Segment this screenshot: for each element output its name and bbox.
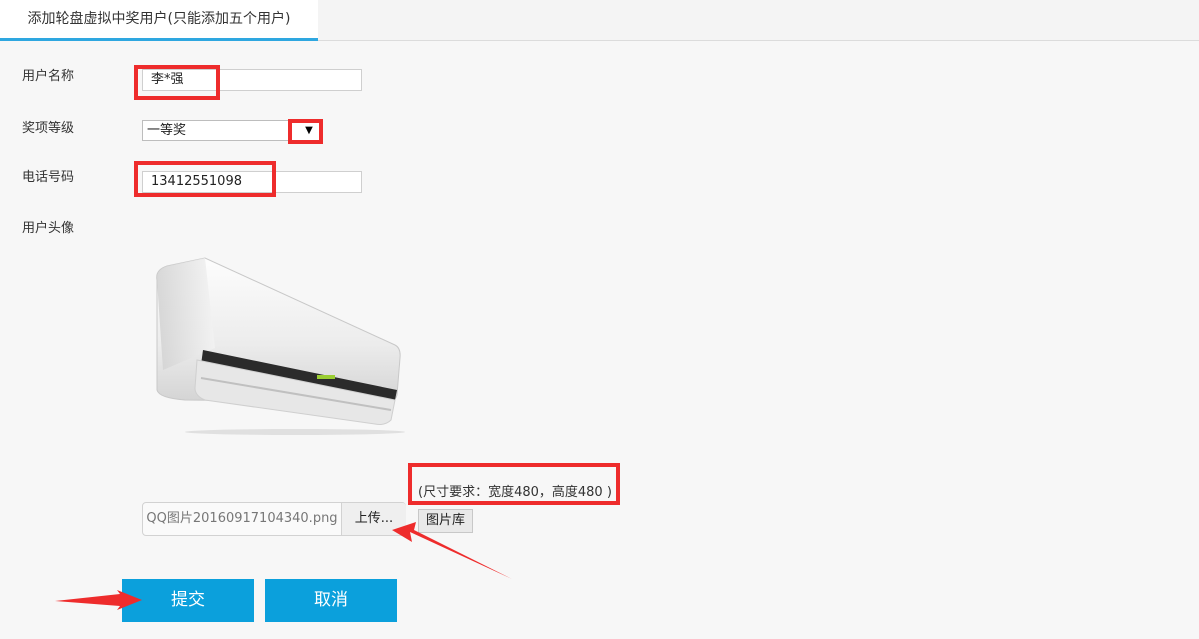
prize-level-value: 一等奖 [147,123,187,138]
file-name-field[interactable]: QQ图片20160917104340.png [143,503,341,535]
username-label: 用户名称 [22,69,75,84]
size-requirement-hint: (尺寸要求：宽度480，高度480 ) [418,485,612,500]
avatar-label: 用户头像 [22,221,75,236]
file-upload-group: QQ图片20160917104340.png 上传... [142,502,406,536]
phone-input[interactable]: 13412551098 [142,171,362,193]
tab-add-virtual-winner[interactable]: 添加轮盘虚拟中奖用户(只能添加五个用户) [0,0,318,41]
dropdown-arrow-icon[interactable]: ▼ [301,122,317,139]
avatar-preview-image [156,257,405,435]
username-input[interactable]: 李*强 [142,69,362,91]
prize-level-select[interactable]: 一等奖 ▼ [142,120,320,141]
image-library-button[interactable]: 图片库 [418,509,473,533]
cancel-button[interactable]: 取消 [265,579,397,622]
tab-bar: 添加轮盘虚拟中奖用户(只能添加五个用户) [0,0,1199,41]
submit-button[interactable]: 提交 [122,579,254,622]
prize-level-label: 奖项等级 [22,121,75,136]
phone-label: 电话号码 [22,170,75,185]
upload-button[interactable]: 上传... [341,503,406,535]
